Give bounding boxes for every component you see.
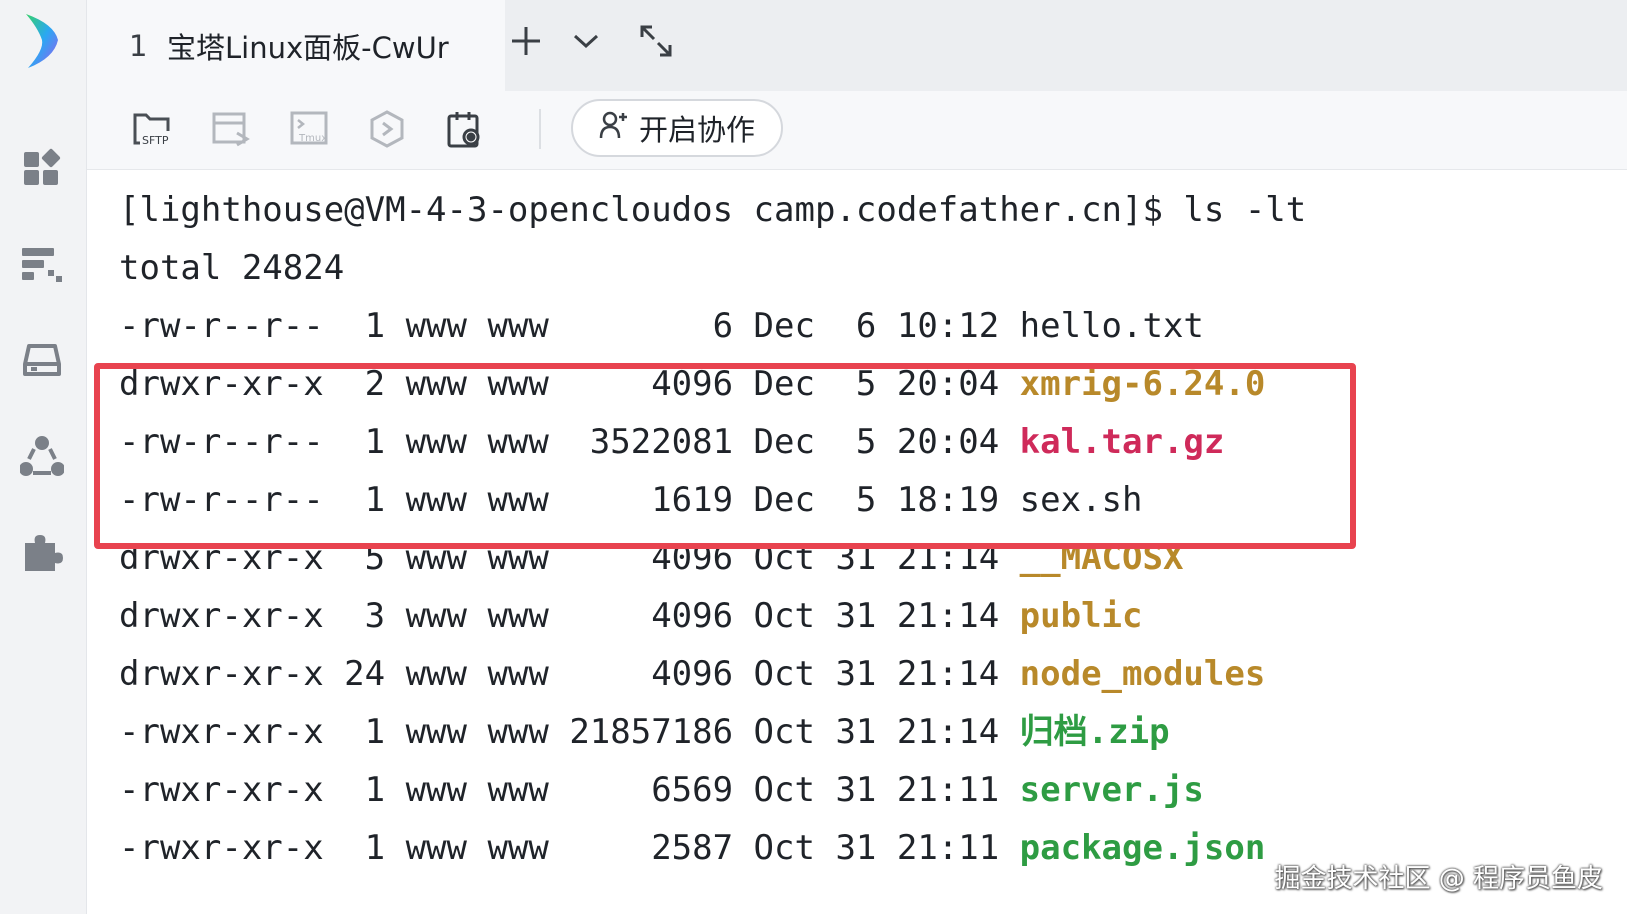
terminal-tab[interactable]: 1 宝塔Linux面板-CwUr — [87, 0, 505, 91]
listing-row: -rwxr-xr-x 1 www www 21857186 Oct 31 21:… — [119, 702, 1170, 762]
listing-row: drwxr-xr-x 24 www www 4096 Oct 31 21:14 … — [119, 644, 1265, 704]
expand-icon[interactable] — [633, 18, 679, 64]
listing-row: -rw-r--r-- 1 www www 6 Dec 6 10:12 hello… — [119, 296, 1204, 356]
listing-row: -rwxr-xr-x 1 www www 6569 Oct 31 21:11 s… — [119, 760, 1204, 820]
listing-filename: 归档.zip — [1019, 712, 1170, 752]
snapshot-icon[interactable] — [441, 105, 489, 153]
plus-icon[interactable] — [503, 18, 549, 64]
watermark: 掘金技术社区 @ 程序员鱼皮 — [1274, 864, 1603, 894]
listing-row: -rwxr-xr-x 1 www www 2587 Oct 31 21:11 p… — [119, 818, 1265, 878]
sftp-icon[interactable]: SFTP — [129, 105, 177, 153]
listing-filename: server.js — [1019, 770, 1204, 810]
toolbar: SFTP Tmux 开启协作 — [87, 91, 1627, 170]
listing-filename: hello.txt — [1019, 306, 1204, 346]
plugin-icon[interactable] — [12, 524, 72, 580]
listing-row: drwxr-xr-x 3 www www 4096 Oct 31 21:14 p… — [119, 586, 1143, 646]
listing-filename: node_modules — [1019, 654, 1266, 694]
tab-title: 宝塔Linux面板-CwUr — [167, 30, 449, 65]
file-transfer-icon[interactable] — [207, 105, 255, 153]
listing-meta: -rwxr-xr-x 1 www www 21857186 Oct 31 21:… — [119, 712, 1020, 752]
listing-meta: -rwxr-xr-x 1 www www 2587 Oct 31 21:11 — [119, 828, 1020, 868]
devops-icon[interactable] — [12, 236, 72, 292]
listing-meta: drwxr-xr-x 24 www www 4096 Oct 31 21:14 — [119, 654, 1020, 694]
toolbar-divider — [539, 109, 541, 149]
cluster-icon[interactable] — [12, 428, 72, 484]
listing-filename: public — [1019, 596, 1143, 636]
sidebar — [0, 0, 87, 914]
listing-meta: drwxr-xr-x 3 www www 4096 Oct 31 21:14 — [119, 596, 1020, 636]
highlight-box — [94, 363, 1356, 549]
total-line: total 24824 — [119, 248, 345, 288]
svg-text:Tmux: Tmux — [298, 133, 327, 144]
listing-filename: package.json — [1019, 828, 1266, 868]
app-logo-icon[interactable] — [12, 12, 72, 68]
tab-number: 1 — [129, 28, 148, 63]
user-add-icon — [599, 110, 629, 147]
collab-button[interactable]: 开启协作 — [571, 99, 783, 157]
listing-meta: -rw-r--r-- 1 www www 6 Dec 6 10:12 — [119, 306, 1020, 346]
shield-icon[interactable] — [363, 105, 411, 153]
tmux-icon[interactable]: Tmux — [285, 105, 333, 153]
tab-bar: 1 宝塔Linux面板-CwUr — [87, 0, 1627, 91]
disk-icon[interactable] — [12, 332, 72, 388]
collab-label: 开启协作 — [638, 113, 755, 147]
chevron-down-icon[interactable] — [563, 18, 609, 64]
prompt-line: [lighthouse@VM-4-3-opencloudos camp.code… — [119, 190, 1307, 230]
dashboard-icon[interactable] — [12, 140, 72, 196]
svg-text:SFTP: SFTP — [142, 134, 169, 147]
listing-meta: -rwxr-xr-x 1 www www 6569 Oct 31 21:11 — [119, 770, 1020, 810]
